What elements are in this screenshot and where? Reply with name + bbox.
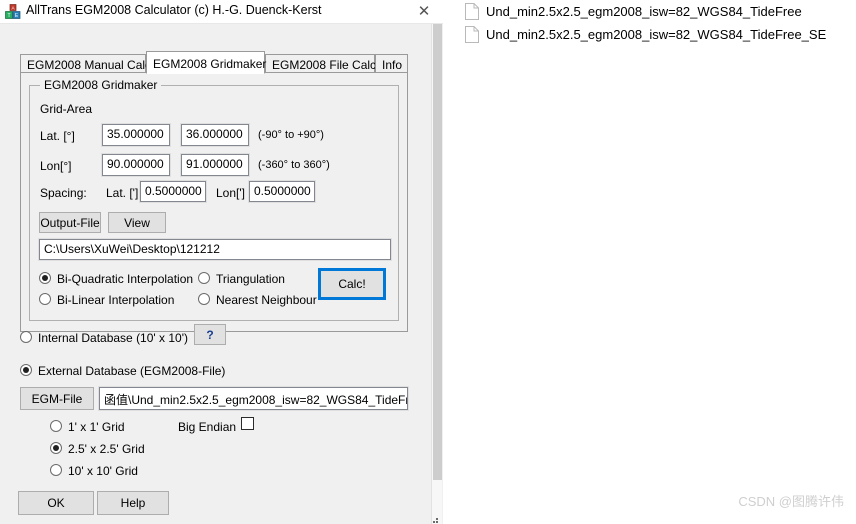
grid-area-label: Grid-Area bbox=[40, 102, 93, 116]
file-icon bbox=[465, 2, 479, 20]
radio-internal-database[interactable]: Internal Database (10' x 10') bbox=[20, 331, 188, 345]
close-icon[interactable]: ✕ bbox=[413, 3, 435, 21]
radio-label: Internal Database (10' x 10') bbox=[38, 331, 188, 345]
radio-label: Bi-Quadratic Interpolation bbox=[57, 272, 194, 286]
view-button-label: View bbox=[124, 215, 150, 230]
radio-triangulation[interactable]: Triangulation bbox=[198, 272, 285, 286]
radio-label: Triangulation bbox=[216, 272, 285, 286]
radio-nearest-neighbour[interactable]: Nearest Neighbour bbox=[198, 293, 317, 307]
tab-label: EGM2008 Gridmaker bbox=[153, 57, 267, 71]
radio-bi-linear-interpolation[interactable]: Bi-Linear Interpolation bbox=[39, 293, 174, 307]
gridmaker-group: EGM2008 Gridmaker Grid-Area Lat. [°] 35.… bbox=[29, 78, 399, 321]
file-list: Und_min2.5x2.5_egm2008_isw=82_WGS84_Tide… bbox=[443, 0, 856, 524]
file-icon bbox=[465, 25, 479, 43]
help-button-label: Help bbox=[120, 496, 146, 510]
egm-file-path-input[interactable]: 函值\Und_min2.5x2.5_egm2008_isw=82_WGS84_T… bbox=[99, 387, 408, 410]
file-name: Und_min2.5x2.5_egm2008_isw=82_WGS84_Tide… bbox=[486, 3, 802, 19]
radio-label: 1' x 1' Grid bbox=[68, 420, 125, 434]
egm-file-button-label: EGM-File bbox=[31, 391, 83, 406]
radio-label: Nearest Neighbour bbox=[216, 293, 317, 307]
tab-label: Info bbox=[382, 58, 403, 72]
radio-label: External Database (EGM2008-File) bbox=[38, 364, 226, 378]
ok-button-label: OK bbox=[47, 496, 65, 510]
lat-label: Lat. [°] bbox=[40, 129, 75, 143]
spacing-label: Spacing: bbox=[40, 186, 87, 200]
resize-grip-icon[interactable] bbox=[430, 512, 440, 523]
list-item[interactable]: Und_min2.5x2.5_egm2008_isw=82_WGS84_Tide… bbox=[465, 24, 826, 44]
big-endian-label: Big Endian bbox=[178, 420, 237, 434]
lat-min-input[interactable]: 35.000000 bbox=[102, 124, 170, 146]
spacing-lat-label: Lat. ['] bbox=[106, 186, 139, 200]
lon-label: Lon[°] bbox=[40, 159, 72, 173]
egm-file-button[interactable]: EGM-File bbox=[20, 387, 94, 410]
big-endian-checkbox[interactable] bbox=[241, 417, 254, 430]
app-window: A T E AllTrans EGM2008 Calculator (c) H.… bbox=[0, 0, 443, 524]
app-blocks-icon: A T E bbox=[5, 4, 21, 20]
lat-max-input[interactable]: 36.000000 bbox=[181, 124, 249, 146]
lat-range-note: (-90° to +90°) bbox=[258, 129, 324, 141]
tab-egm2008-manual-calc[interactable]: EGM2008 Manual Calc bbox=[20, 54, 151, 73]
spacing-lon-label: Lon['] bbox=[216, 186, 245, 200]
spacing-lat-input[interactable]: 0.5000000 bbox=[140, 181, 206, 202]
client-area: EGM2008 Manual Calc EGM2008 Gridmaker EG… bbox=[0, 24, 443, 524]
calc-button-label: Calc! bbox=[338, 277, 366, 291]
tab-label: EGM2008 Manual Calc bbox=[27, 58, 152, 72]
svg-text:T: T bbox=[7, 13, 10, 19]
screen: A T E AllTrans EGM2008 Calculator (c) H.… bbox=[0, 0, 856, 524]
dialog-scrollbar[interactable] bbox=[431, 24, 442, 524]
tab-info[interactable]: Info bbox=[375, 54, 408, 73]
output-path-input[interactable]: C:\Users\XuWei\Desktop\121212 bbox=[39, 239, 391, 260]
watermark: CSDN @图腾许伟 bbox=[738, 494, 844, 509]
view-button[interactable]: View bbox=[108, 212, 166, 233]
spacing-lon-input[interactable]: 0.5000000 bbox=[249, 181, 315, 202]
lon-range-note: (-360° to 360°) bbox=[258, 159, 330, 171]
tab-egm2008-gridmaker[interactable]: EGM2008 Gridmaker bbox=[146, 51, 267, 74]
gridmaker-group-title: EGM2008 Gridmaker bbox=[40, 78, 162, 92]
dialog-scrollbar-thumb[interactable] bbox=[433, 24, 442, 480]
lon-min-input[interactable]: 90.000000 bbox=[102, 154, 170, 176]
output-file-button[interactable]: Output-File bbox=[39, 212, 101, 233]
lon-max-input[interactable]: 91.000000 bbox=[181, 154, 249, 176]
title-bar: A T E AllTrans EGM2008 Calculator (c) H.… bbox=[0, 0, 443, 24]
question-mark-icon: ? bbox=[206, 327, 214, 342]
radio-bi-quadratic-interpolation[interactable]: Bi-Quadratic Interpolation bbox=[39, 272, 193, 286]
radio-label: 2.5' x 2.5' Grid bbox=[68, 442, 145, 456]
tab-strip: EGM2008 Manual Calc EGM2008 Gridmaker EG… bbox=[20, 51, 408, 74]
tab-label: EGM2008 File Calc bbox=[272, 58, 377, 72]
help-question-button[interactable]: ? bbox=[194, 324, 226, 345]
output-file-button-label: Output-File bbox=[40, 215, 100, 230]
tab-page-gridmaker: EGM2008 Gridmaker Grid-Area Lat. [°] 35.… bbox=[20, 72, 408, 332]
radio-grid-10x10[interactable]: 10' x 10' Grid bbox=[50, 464, 138, 478]
tab-egm2008-file-calc[interactable]: EGM2008 File Calc bbox=[265, 54, 377, 73]
ok-button[interactable]: OK bbox=[18, 491, 94, 515]
list-item[interactable]: Und_min2.5x2.5_egm2008_isw=82_WGS84_Tide… bbox=[465, 1, 802, 21]
calc-button[interactable]: Calc! bbox=[318, 268, 386, 300]
window-title: AllTrans EGM2008 Calculator (c) H.-G. Du… bbox=[26, 3, 322, 17]
radio-external-database[interactable]: External Database (EGM2008-File) bbox=[20, 364, 225, 378]
radio-label: Bi-Linear Interpolation bbox=[57, 293, 175, 307]
file-name: Und_min2.5x2.5_egm2008_isw=82_WGS84_Tide… bbox=[486, 26, 827, 42]
radio-grid-2point5x2point5[interactable]: 2.5' x 2.5' Grid bbox=[50, 442, 145, 456]
radio-grid-1x1[interactable]: 1' x 1' Grid bbox=[50, 420, 125, 434]
help-button[interactable]: Help bbox=[97, 491, 169, 515]
radio-label: 10' x 10' Grid bbox=[68, 464, 138, 478]
